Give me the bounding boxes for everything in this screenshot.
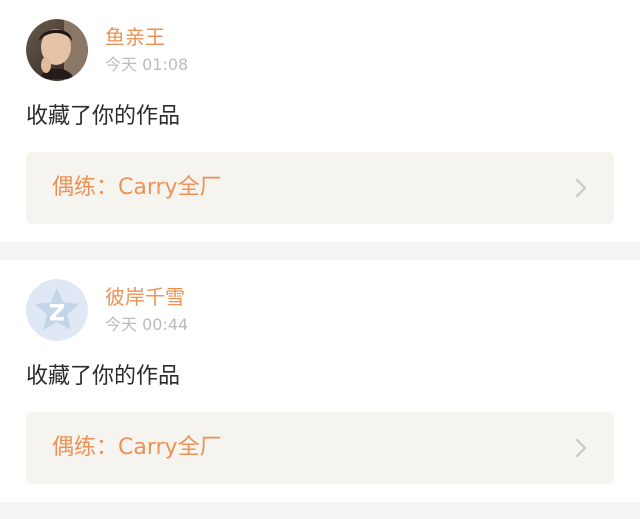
timestamp: 今天 01:08 (105, 55, 189, 74)
activity-message: 收藏了你的作品 (26, 364, 181, 389)
activity-header: 鱼亲王 今天 01:08 (26, 18, 614, 82)
chevron-right-icon (574, 437, 588, 459)
user-meta: 鱼亲王 今天 01:08 (105, 24, 188, 76)
avatar[interactable] (26, 279, 88, 341)
activity-item: 鱼亲王 今天 01:08 收藏了你的作品 偶练：Carry全厂 (0, 0, 640, 242)
work-link-card[interactable]: 偶练：Carry全厂 (26, 152, 614, 224)
user-photo-avatar-icon (26, 19, 88, 81)
avatar[interactable] (26, 19, 88, 81)
user-meta: 彼岸千雪 今天 00:44 (105, 284, 188, 336)
work-link-card[interactable]: 偶练：Carry全厂 (26, 412, 614, 484)
activity-message: 收藏了你的作品 (26, 104, 181, 129)
activity-header: 彼岸千雪 今天 00:44 (26, 278, 614, 342)
timestamp: 今天 00:44 (105, 315, 189, 334)
default-star-avatar-icon (26, 279, 88, 341)
username[interactable]: 鱼亲王 (105, 24, 188, 50)
activity-item: 彼岸千雪 今天 00:44 收藏了你的作品 偶练：Carry全厂 (0, 260, 640, 502)
work-title: 偶练：Carry全厂 (52, 435, 222, 460)
username[interactable]: 彼岸千雪 (105, 284, 188, 310)
activity-feed: 鱼亲王 今天 01:08 收藏了你的作品 偶练：Carry全厂 彼岸千雪 今天 … (0, 0, 640, 502)
chevron-right-icon (574, 177, 588, 199)
work-title: 偶练：Carry全厂 (52, 175, 222, 200)
